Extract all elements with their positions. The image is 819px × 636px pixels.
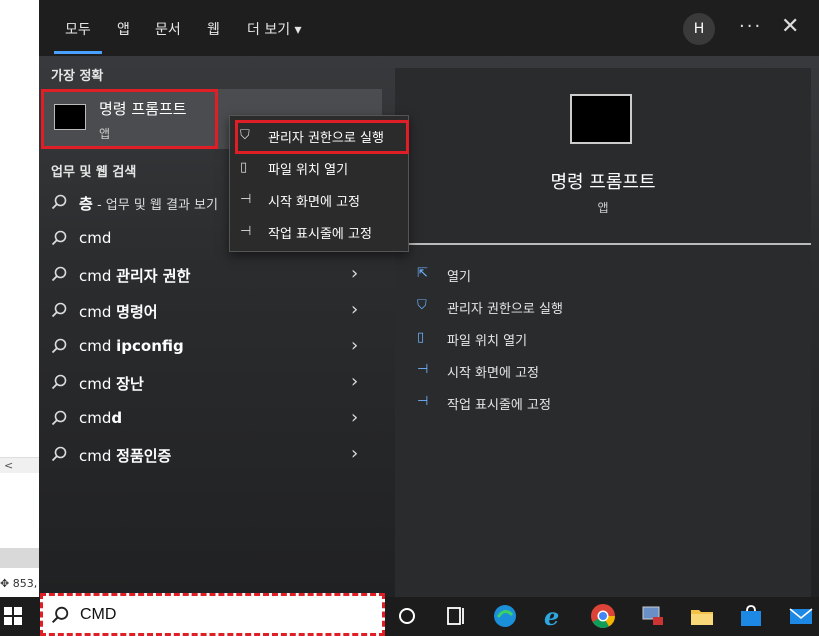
pin-icon: ⊣ <box>417 362 429 377</box>
tab-active-indicator <box>54 51 102 54</box>
web-result-bold: 장난 <box>116 375 144 393</box>
detail-divider <box>407 243 811 245</box>
best-match-title: 명령 프롬프트 <box>99 100 187 118</box>
chevron-down-icon: ▾ <box>294 22 302 38</box>
web-result-item[interactable]: cmd 명령어 › <box>39 293 382 329</box>
top-bar: 모두 앱 문서 웹 더 보기 ▾ H ··· ✕ <box>39 0 819 56</box>
web-result-prefix: cmd <box>79 375 117 393</box>
search-icon <box>51 606 69 624</box>
search-icon <box>51 410 67 426</box>
web-result-prefix: cmd <box>79 267 117 285</box>
search-icon <box>51 230 67 246</box>
search-icon <box>51 194 67 210</box>
open-icon: ⇱ <box>417 266 428 281</box>
web-result-bold: 층 <box>79 195 93 213</box>
ctx-label: 작업 표시줄에 고정 <box>268 227 372 242</box>
close-icon[interactable]: ✕ <box>781 14 799 39</box>
web-result-item[interactable]: cmd 장난 › <box>39 365 382 401</box>
ctx-pin-taskbar[interactable]: ⊣ 작업 표시줄에 고정 <box>230 217 408 247</box>
chevron-right-icon[interactable]: › <box>351 299 358 320</box>
pin-icon: ⊣ <box>240 224 252 239</box>
windows-start-icon[interactable] <box>4 607 22 625</box>
search-icon <box>51 374 67 390</box>
search-icon <box>51 266 67 282</box>
detail-panel: 명령 프롬프트 앱 ⇱ 열기 ⛉ 관리자 권한으로 실행 ▯ 파일 위치 열기 … <box>395 68 811 600</box>
edge-icon[interactable] <box>492 603 518 629</box>
action-label: 관리자 권한으로 실행 <box>447 302 563 317</box>
web-result-item[interactable]: cmd ipconfig › <box>39 329 382 365</box>
taskbar-search-box[interactable]: CMD <box>40 593 385 636</box>
chrome-icon[interactable] <box>590 603 616 629</box>
coords-value: 853, <box>12 577 38 590</box>
web-result-bold: d <box>111 409 123 427</box>
internet-explorer-icon[interactable]: e <box>541 603 567 629</box>
file-icon: ▯ <box>417 330 425 345</box>
file-explorer-icon[interactable] <box>689 603 715 629</box>
scroll-left-arrow[interactable]: < <box>0 457 39 473</box>
network-computer-icon[interactable] <box>640 603 666 629</box>
action-label: 작업 표시줄에 고정 <box>447 398 551 413</box>
tab-web[interactable]: 웹 <box>207 20 220 40</box>
search-icon <box>51 446 67 462</box>
action-label: 열기 <box>447 270 471 285</box>
web-result-item[interactable]: cmd 관리자 권한 › <box>39 257 382 293</box>
file-icon: ▯ <box>240 160 248 175</box>
ctx-pin-start[interactable]: ⊣ 시작 화면에 고정 <box>230 185 408 215</box>
cmd-app-large-icon <box>570 94 632 144</box>
ctx-open-file-location[interactable]: ▯ 파일 위치 열기 <box>230 153 408 183</box>
tab-apps[interactable]: 앱 <box>117 20 130 40</box>
shield-icon: ⛉ <box>417 298 427 313</box>
cmd-app-icon <box>54 104 86 130</box>
chevron-right-icon[interactable]: › <box>351 335 358 356</box>
ctx-label: 파일 위치 열기 <box>268 163 349 178</box>
store-icon[interactable] <box>738 603 764 629</box>
chevron-right-icon[interactable]: › <box>351 371 358 392</box>
ctx-label: 시작 화면에 고정 <box>268 195 360 210</box>
web-result-bold: ipconfig <box>116 337 184 355</box>
web-result-prefix: cmd <box>79 409 112 427</box>
chevron-right-icon[interactable]: › <box>351 443 358 464</box>
web-result-item[interactable]: cmdd › <box>39 401 382 437</box>
tab-documents[interactable]: 문서 <box>155 20 181 40</box>
web-result-prefix: cmd <box>79 337 117 355</box>
chevron-right-icon[interactable]: › <box>351 263 358 284</box>
svg-text:e: e <box>544 603 559 629</box>
action-label: 시작 화면에 고정 <box>447 366 539 381</box>
chevron-right-icon[interactable]: › <box>351 407 358 428</box>
tab-more[interactable]: 더 보기 ▾ <box>247 20 302 40</box>
more-options-icon[interactable]: ··· <box>739 16 762 37</box>
section-best-match: 가장 정확 <box>51 69 104 84</box>
search-input[interactable]: CMD <box>80 606 116 624</box>
web-result-item[interactable]: cmd 정품인증 › <box>39 437 382 473</box>
detail-title: 명령 프롬프트 <box>550 172 656 193</box>
tab-more-label: 더 보기 <box>247 22 291 38</box>
mail-icon[interactable] <box>788 603 814 629</box>
action-label: 파일 위치 열기 <box>447 334 528 349</box>
tab-all[interactable]: 모두 <box>65 20 91 40</box>
web-result-prefix: cmd <box>79 447 117 465</box>
desktop-background: < ✥ 853, <box>0 0 39 600</box>
web-result-bold: 정품인증 <box>116 447 172 465</box>
highlight-box <box>235 120 409 154</box>
section-web-search: 업무 및 웹 검색 <box>51 165 137 180</box>
cortana-icon[interactable] <box>394 603 420 629</box>
web-result-rest: - 업무 및 웹 결과 보기 <box>92 198 218 213</box>
detail-subtitle: 앱 <box>597 201 609 215</box>
pin-icon: ⊣ <box>240 192 252 207</box>
avatar[interactable]: H <box>683 13 715 45</box>
web-result-bold: 관리자 권한 <box>116 267 191 285</box>
desktop-strip <box>0 548 39 568</box>
web-result-prefix: cmd <box>79 303 117 321</box>
best-match-item[interactable]: 명령 프롬프트 앱 <box>41 89 218 149</box>
pin-icon: ⊣ <box>417 394 429 409</box>
start-search-panel: 모두 앱 문서 웹 더 보기 ▾ H ··· ✕ 가장 정확 명령 프롬프트 앱… <box>39 0 819 600</box>
web-result-text: cmd <box>79 229 112 247</box>
task-view-icon[interactable] <box>442 603 468 629</box>
coords-readout: ✥ 853, <box>0 577 38 590</box>
search-icon <box>51 302 67 318</box>
best-match-subtitle: 앱 <box>99 127 111 141</box>
search-icon <box>51 338 67 354</box>
web-result-bold: 명령어 <box>116 303 158 321</box>
